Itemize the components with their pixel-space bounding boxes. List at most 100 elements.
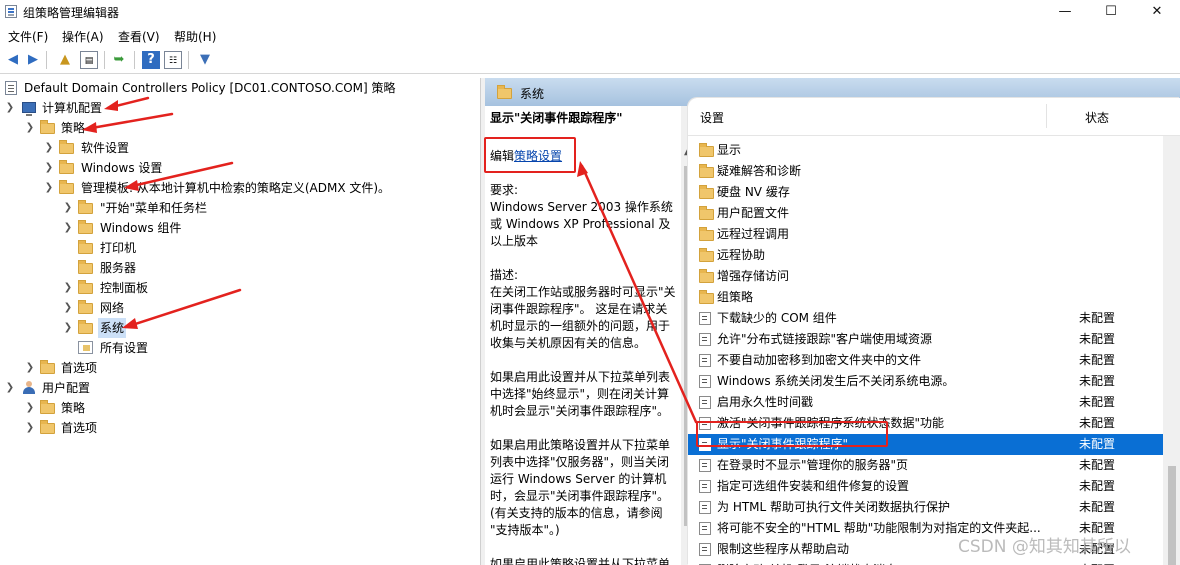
chevron-down-icon[interactable]: ❯ xyxy=(4,378,16,398)
folder-icon xyxy=(78,200,94,215)
list-item-folder[interactable]: 增强存储访问 xyxy=(688,266,1163,287)
setting-name: 在登录时不显示"管理你的服务器"页 xyxy=(717,458,909,472)
chevron-right-icon[interactable]: ❯ xyxy=(43,138,55,158)
folder-name: 用户配置文件 xyxy=(717,206,790,220)
menu-file[interactable]: 文件(F) xyxy=(8,28,48,45)
setting-icon xyxy=(699,375,711,388)
description-text: 中选择"始终显示"，则在闭关计算 xyxy=(490,387,670,401)
tree-label: "开始"菜单和任务栏 xyxy=(100,201,208,215)
window-title: 组策略管理编辑器 xyxy=(23,6,120,20)
export-icon[interactable]: ➥ xyxy=(110,51,128,69)
chevron-down-icon[interactable]: ❯ xyxy=(43,178,55,198)
folder-icon xyxy=(78,280,94,295)
folder-icon xyxy=(699,143,714,157)
app-icon xyxy=(5,5,17,18)
menu-help[interactable]: 帮助(H) xyxy=(174,28,216,45)
folder-icon xyxy=(40,120,56,135)
chevron-right-icon[interactable]: ❯ xyxy=(24,398,36,418)
chevron-right-icon[interactable]: ❯ xyxy=(62,318,74,338)
back-icon[interactable]: ◀ xyxy=(4,51,22,69)
list-item-folder[interactable]: 组策略 xyxy=(688,287,1163,308)
requirements-text: 或 Windows XP Professional 及 xyxy=(490,217,671,231)
table-row[interactable]: 指定可选组件安装和组件修复的设置 未配置 xyxy=(688,476,1163,497)
edit-policy-link[interactable]: 策略设置 xyxy=(514,149,562,163)
setting-state: 未配置 xyxy=(1079,353,1116,367)
all-settings-icon xyxy=(78,341,94,355)
title-bar: 组策略管理编辑器 — ☐ ✕ xyxy=(0,0,1180,24)
close-button[interactable]: ✕ xyxy=(1134,0,1180,24)
maximize-button[interactable]: ☐ xyxy=(1088,0,1134,24)
list-item-folder[interactable]: 硬盘 NV 缓存 xyxy=(688,182,1163,203)
list-item-folder[interactable]: 远程协助 xyxy=(688,245,1163,266)
setting-name: 允许"分布式链接跟踪"客户端使用域资源 xyxy=(717,332,933,346)
chevron-right-icon[interactable]: ❯ xyxy=(43,158,55,178)
chevron-down-icon[interactable]: ❯ xyxy=(24,118,36,138)
toolbar: ◀ ▶ ▲ ▤ ➥ ? ☷ ▼ xyxy=(0,46,1180,74)
toolbar-separator xyxy=(188,51,189,69)
table-row[interactable]: 为 HTML 帮助可执行文件关闭数据执行保护 未配置 xyxy=(688,497,1163,518)
chevron-right-icon[interactable]: ❯ xyxy=(62,218,74,238)
help-icon[interactable]: ? xyxy=(142,51,160,69)
chevron-right-icon[interactable]: ❯ xyxy=(24,358,36,378)
tree-label: 用户配置 xyxy=(42,381,91,395)
list-item-folder[interactable]: 用户配置文件 xyxy=(688,203,1163,224)
scroll-thumb[interactable] xyxy=(1168,466,1176,565)
table-row[interactable]: 启用永久性时间戳 未配置 xyxy=(688,392,1163,413)
chevron-right-icon[interactable]: ❯ xyxy=(62,278,74,298)
description-text: "支持版本"。) xyxy=(490,523,560,537)
setting-state: 未配置 xyxy=(1079,416,1116,430)
chevron-right-icon[interactable]: ❯ xyxy=(62,198,74,218)
list-item-folder[interactable]: 显示 xyxy=(688,140,1163,161)
table-row[interactable]: 显示"关闭事件跟踪程序" 未配置 xyxy=(688,434,1163,455)
setting-name: 限制这些程序从帮助启动 xyxy=(717,542,850,556)
setting-state: 未配置 xyxy=(1079,437,1116,451)
show-hide-tree-icon[interactable]: ▤ xyxy=(80,51,98,69)
description-text: 如果启用此策略设置并从下拉菜单 xyxy=(490,438,671,452)
setting-name: 为 HTML 帮助可执行文件关闭数据执行保护 xyxy=(717,500,951,514)
description-text: 运行 Windows Server 的计算机 xyxy=(490,472,667,486)
list-item-folder[interactable]: 疑难解答和诊断 xyxy=(688,161,1163,182)
table-row[interactable]: 下载缺少的 COM 组件 未配置 xyxy=(688,308,1163,329)
menu-action[interactable]: 操作(A) xyxy=(62,28,104,45)
chevron-right-icon[interactable]: ❯ xyxy=(62,298,74,318)
table-row[interactable]: 允许"分布式链接跟踪"客户端使用域资源 未配置 xyxy=(688,329,1163,350)
list-item-folder[interactable]: 远程过程调用 xyxy=(688,224,1163,245)
chevron-down-icon[interactable]: ❯ xyxy=(4,98,16,118)
setting-icon xyxy=(699,333,711,346)
table-row[interactable]: 不要自动加密移到加密文件夹中的文件 未配置 xyxy=(688,350,1163,371)
folder-icon xyxy=(78,220,94,235)
folder-icon xyxy=(40,360,56,375)
column-header-setting[interactable]: 设置 xyxy=(700,109,724,126)
list-scrollbar[interactable] xyxy=(1163,136,1180,565)
properties-icon[interactable]: ☷ xyxy=(164,51,182,69)
toolbar-separator xyxy=(104,51,105,69)
tree-label: 打印机 xyxy=(100,241,137,255)
description-label: 描述: xyxy=(490,268,519,282)
menu-view[interactable]: 查看(V) xyxy=(118,28,160,45)
folder-name: 疑难解答和诊断 xyxy=(717,164,802,178)
setting-icon xyxy=(699,522,711,535)
chevron-right-icon[interactable]: ❯ xyxy=(24,418,36,438)
tree-label: 首选项 xyxy=(61,361,98,375)
setting-state: 未配置 xyxy=(1079,560,1115,565)
filter-icon[interactable]: ▼ xyxy=(196,51,214,69)
column-divider[interactable] xyxy=(1046,104,1047,128)
folder-icon xyxy=(699,227,714,241)
table-row[interactable]: 在登录时不显示"管理你的服务器"页 未配置 xyxy=(688,455,1163,476)
folder-icon xyxy=(699,206,714,220)
requirements-text: 以上版本 xyxy=(490,234,539,248)
description-text: 时，会显示"关闭事件跟踪程序"。 xyxy=(490,489,670,503)
description-text: 如果启用此策略设置并从下拉菜单 xyxy=(490,557,671,565)
up-folder-icon[interactable]: ▲ xyxy=(56,51,74,69)
description-text: 如果启用此设置并从下拉菜单列表 xyxy=(490,370,671,384)
requirements-text: Windows Server 2003 操作系统 xyxy=(490,200,673,214)
minimize-button[interactable]: — xyxy=(1042,0,1088,24)
table-row[interactable]: 激活"关闭事件跟踪程序系统状态数据"功能 未配置 xyxy=(688,413,1163,434)
forward-icon[interactable]: ▶ xyxy=(24,51,42,69)
table-row[interactable]: Windows 系统关闭发生后不关闭系统电源。 未配置 xyxy=(688,371,1163,392)
table-row[interactable]: 删除启动/关机/登录/注销状态消息 未配置 xyxy=(688,560,1163,565)
folder-icon xyxy=(78,300,94,315)
folder-name: 组策略 xyxy=(717,290,754,304)
column-header-state[interactable]: 状态 xyxy=(1085,109,1109,126)
toolbar-separator xyxy=(46,51,47,69)
